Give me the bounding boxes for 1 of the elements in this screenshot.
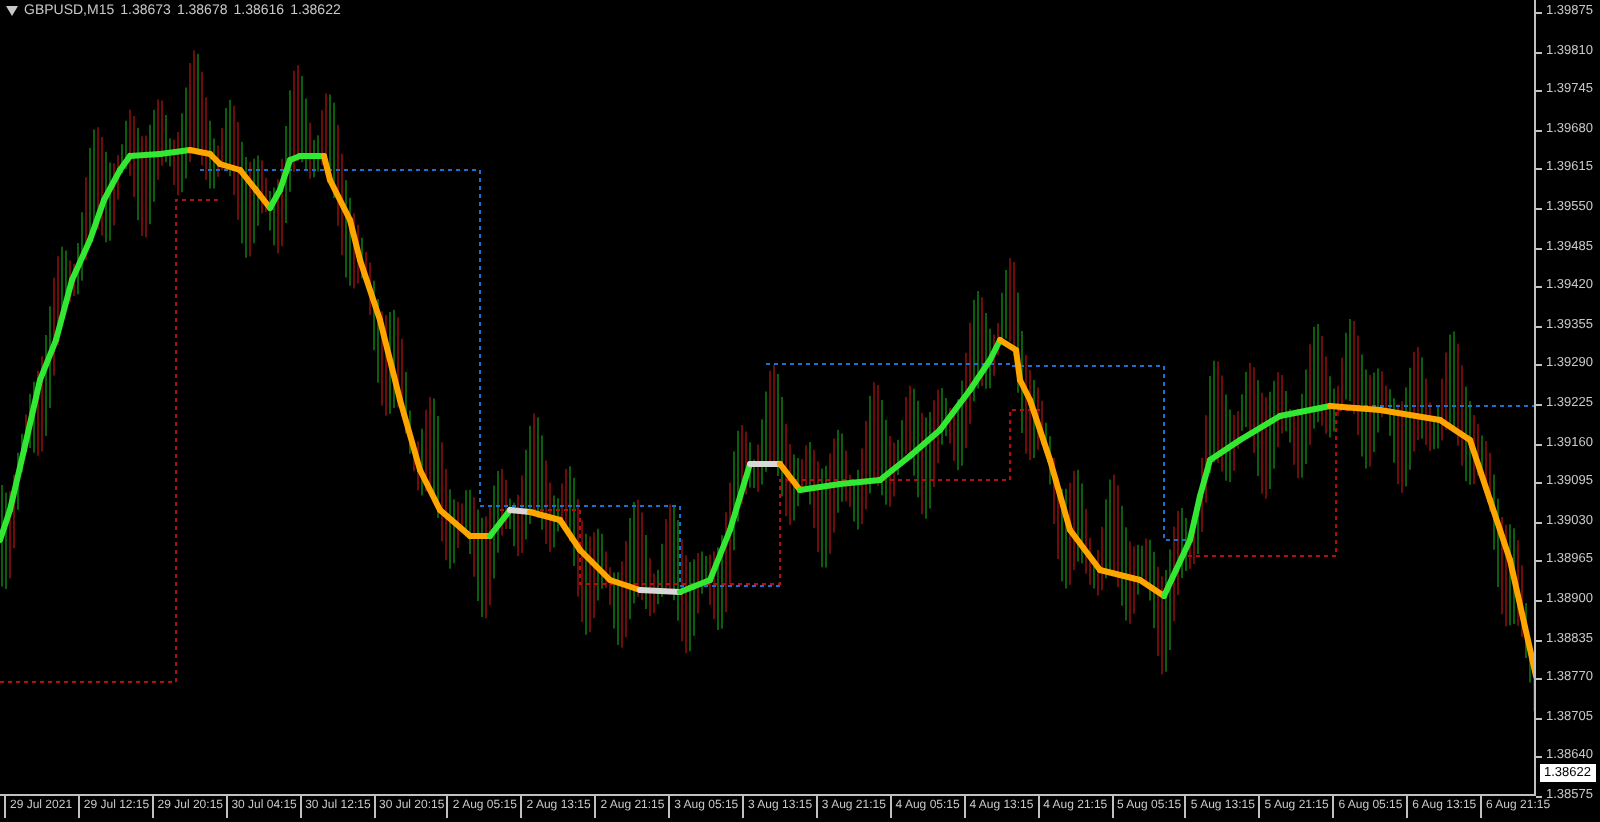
caret-icon[interactable]: [6, 6, 18, 16]
